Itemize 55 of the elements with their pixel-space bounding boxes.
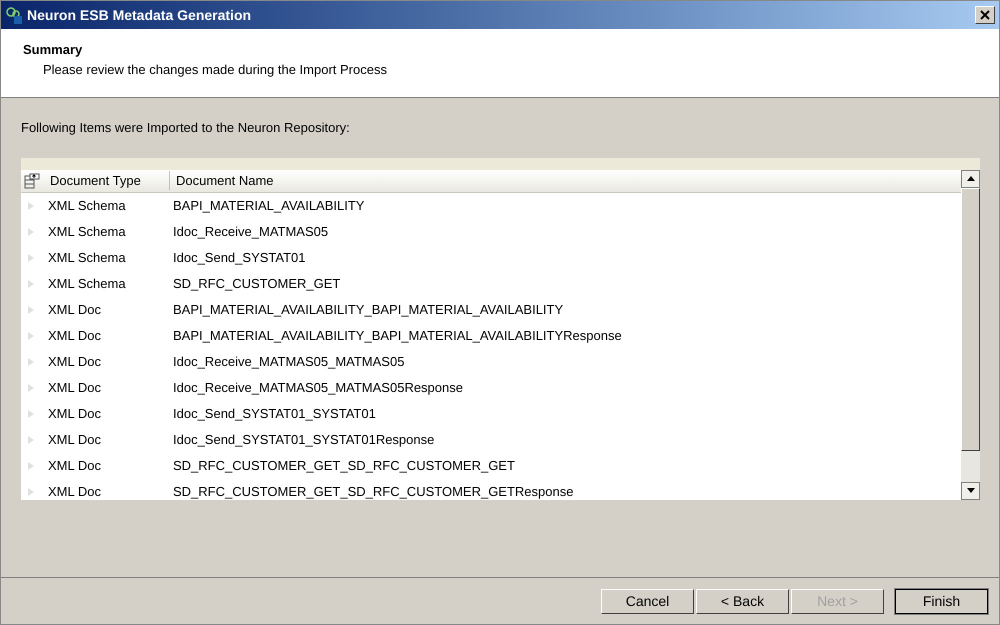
table-cell-text: XML Schema <box>48 196 127 215</box>
table-cell-text: XML Doc <box>48 482 102 500</box>
table-cell-text: XML Doc <box>48 456 102 475</box>
table-cell-text: Idoc_Send_SYSTAT01_SYSTAT01Response <box>173 430 434 449</box>
row-indicator-icon <box>28 306 34 314</box>
scrollbar[interactable] <box>961 170 980 500</box>
table-cell-text: SD_RFC_CUSTOMER_GET <box>173 274 340 293</box>
table-cell-text: BAPI_MATERIAL_AVAILABILITY_BAPI_MATERIAL_AVAILABILITYResponse <box>173 326 622 345</box>
table-cell-text: XML Doc <box>48 352 102 371</box>
table-cell-text: Idoc_Send_SYSTAT01 <box>173 248 306 267</box>
close-icon <box>980 10 990 20</box>
row-indicator-icon <box>28 410 34 418</box>
table-cell-text: Idoc_Send_SYSTAT01_SYSTAT01 <box>173 404 376 423</box>
header-title: Summary <box>23 41 84 59</box>
row-indicator-icon <box>28 254 34 262</box>
intro-text: Following Items were Imported to the Neuron Repository: <box>21 119 351 137</box>
scroll-down-button[interactable] <box>961 482 980 500</box>
header-subtitle: Please review the changes made during the Import Process <box>42 60 388 79</box>
row-indicator-icon <box>28 436 34 444</box>
table-cell-text: SD_RFC_CUSTOMER_GET_SD_RFC_CUSTOMER_GETResponse <box>173 482 574 500</box>
row-indicator-icon <box>28 488 34 496</box>
window-title: Neuron ESB Metadata Generation <box>27 6 252 24</box>
dialog-button[interactable]: Finish <box>895 588 988 614</box>
dialog-button[interactable]: < Back <box>696 588 789 614</box>
scroll-thumb[interactable] <box>961 188 980 450</box>
table-cell-text: XML Schema <box>48 248 127 267</box>
table-cell-text: XML Doc <box>48 300 102 319</box>
column-header[interactable]: Document Name <box>170 170 274 190</box>
column-header[interactable]: Document Type <box>50 170 170 190</box>
table-cell-text: XML Doc <box>48 430 102 449</box>
table-cell-text: Idoc_Receive_MATMAS05_MATMAS05 <box>173 352 404 371</box>
table-cell-text: SD_RFC_CUSTOMER_GET_SD_RFC_CUSTOMER_GET <box>173 456 515 475</box>
table-cell-text: XML Doc <box>48 326 102 345</box>
table-cell-text: Idoc_Receive_MATMAS05 <box>173 222 328 241</box>
row-indicator-icon <box>28 332 34 340</box>
row-indicator-icon <box>28 280 34 288</box>
down-arrow-icon <box>966 488 974 493</box>
table-cell-text: Idoc_Receive_MATMAS05_MATMAS05Response <box>173 378 463 397</box>
table-cell-text: BAPI_MATERIAL_AVAILABILITY <box>173 196 364 215</box>
row-indicator-icon <box>28 384 34 392</box>
table-cell-text: BAPI_MATERIAL_AVAILABILITY_BAPI_MATERIAL_AVAILABILITY <box>173 300 564 319</box>
column-chooser-icon[interactable] <box>24 172 42 188</box>
scroll-up-button[interactable] <box>961 170 980 188</box>
row-indicator-icon <box>28 462 34 470</box>
row-indicator-icon <box>28 228 34 236</box>
row-indicator-icon <box>28 358 34 366</box>
up-arrow-icon <box>966 176 974 181</box>
table-cell-text: XML Doc <box>48 404 102 423</box>
table-cell-text: XML Doc <box>48 378 102 397</box>
app-logo-icon <box>5 6 23 24</box>
close-button[interactable] <box>975 6 995 24</box>
row-indicator-icon <box>28 202 34 210</box>
dialog-button[interactable]: Cancel <box>601 588 694 614</box>
table-cell-text: XML Schema <box>48 274 127 293</box>
table-cell-text: XML Schema <box>48 222 127 241</box>
